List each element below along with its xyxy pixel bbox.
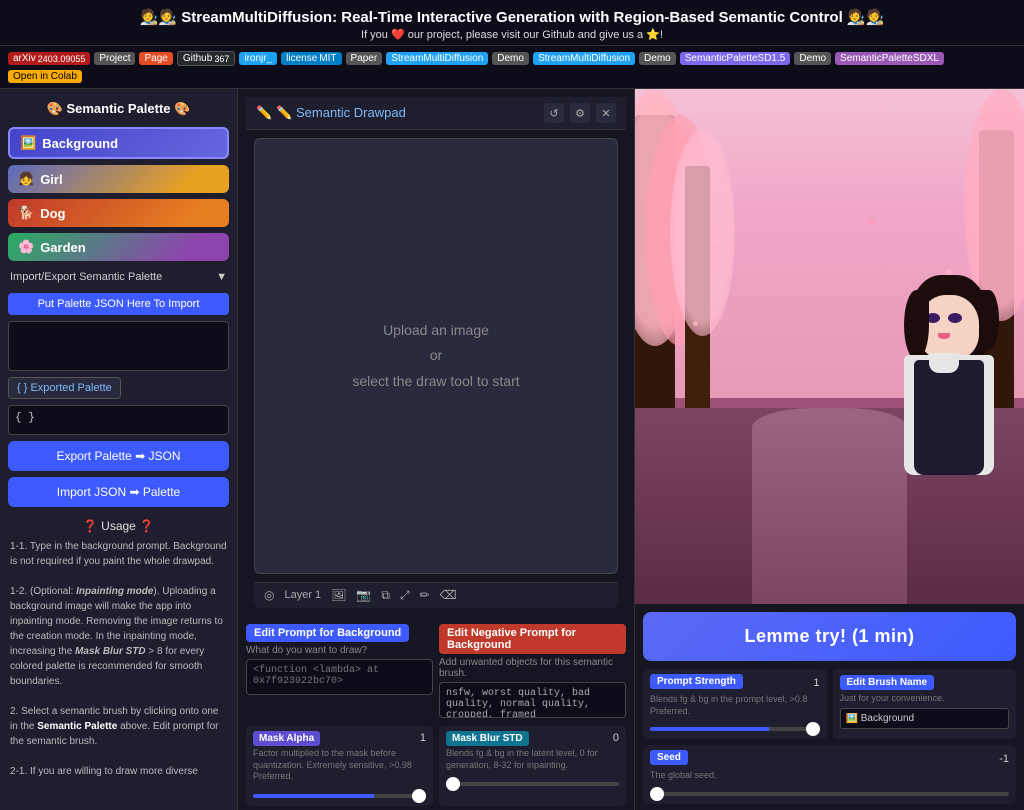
import-palette-button[interactable]: Put Palette JSON Here To Import <box>8 293 229 315</box>
prompt-sub: What do you want to draw? <box>246 645 433 656</box>
prompt-strength-slider[interactable] <box>650 727 820 731</box>
mask-alpha-header: Mask Alpha 1 <box>253 731 426 746</box>
prompt-strength-box: Prompt Strength 1 Blends fg & bg in the … <box>643 669 827 739</box>
eraser-icon[interactable]: ⌫ <box>440 588 457 602</box>
neg-prompt-input[interactable]: nsfw, worst quality, bad quality, normal… <box>439 682 626 718</box>
mask-alpha-value: 1 <box>420 732 426 744</box>
import-export-header[interactable]: Import/Export Semantic Palette ▼ <box>8 267 229 287</box>
drawpad-title: ✏️ ✏️ Semantic Drawpad <box>256 105 406 121</box>
sidebar: 🎨 Semantic Palette 🎨 🖼️ Background 👧 Gir… <box>0 89 238 810</box>
prompt-strength-header: Prompt Strength 1 <box>650 674 820 692</box>
arxiv-badge[interactable]: arXiv 2403.09055 <box>8 52 90 65</box>
prompt-input[interactable] <box>246 659 433 695</box>
seed-box: Seed -1 The global seed. <box>643 745 1016 804</box>
navbar: arXiv 2403.09055 Project Page Github 367… <box>0 46 1024 89</box>
canvas-footer: ◎ Layer 1 🖼 📷 ⧉ ⤢ ✏ ⌫ <box>254 582 618 608</box>
usage-section: ❓ Usage ❓ 1-1. Type in the background pr… <box>8 513 229 785</box>
brush-name-desc: Just for your convenience. <box>840 693 1010 705</box>
drawpad-header: ✏️ ✏️ Semantic Drawpad ↺ ⚙ ✕ <box>246 97 626 130</box>
mask-alpha-section: Mask Alpha 1 Factor multiplied to the ma… <box>246 726 433 806</box>
demo-label: Demo <box>492 52 529 65</box>
camera-icon[interactable]: 📷 <box>356 588 371 602</box>
right-prompt-row-2: Seed -1 The global seed. <box>643 745 1016 804</box>
header-subtitle: If you ❤️ our project, please visit our … <box>4 28 1020 41</box>
usage-text-3: 2. Select a semantic brush by clicking o… <box>10 704 227 749</box>
settings-icon[interactable]: ⚙ <box>570 103 590 123</box>
page-title: 🧑‍🎨🧑‍🎨 StreamMultiDiffusion: Real-Time I… <box>4 8 1020 26</box>
mask-alpha-slider[interactable] <box>253 794 426 798</box>
palette-item-girl[interactable]: 👧 Girl <box>8 165 229 193</box>
seed-value: -1 <box>999 753 1009 765</box>
paper-badge[interactable]: Paper <box>346 52 383 65</box>
palette-title: 🎨 Semantic Palette 🎨 <box>8 97 229 121</box>
main-layout: 🎨 Semantic Palette 🎨 🖼️ Background 👧 Gir… <box>0 89 1024 810</box>
mask-blur-label[interactable]: Mask Blur STD <box>446 731 529 746</box>
mask-alpha-label[interactable]: Mask Alpha <box>253 731 320 746</box>
transform-icon[interactable]: ⤢ <box>400 588 410 603</box>
try-button[interactable]: Lemme try! (1 min) <box>643 612 1016 661</box>
generated-image <box>635 89 1024 604</box>
seed-slider[interactable] <box>650 792 1009 796</box>
mask-blur-desc: Blends fg & bg in the latent level, 0 fo… <box>446 748 619 771</box>
center-panel: ✏️ ✏️ Semantic Drawpad ↺ ⚙ ✕ Upload an i… <box>238 89 634 810</box>
json-import-textarea[interactable] <box>8 321 229 371</box>
brush-name-box: Edit Brush Name Just for your convenienc… <box>833 669 1017 739</box>
palette-item-garden[interactable]: 🌸 Garden <box>8 233 229 261</box>
canvas-area[interactable]: Upload an image or select the draw tool … <box>254 138 618 574</box>
right-panel: Lemme try! (1 min) Prompt Strength 1 Ble… <box>634 89 1024 810</box>
seed-desc: The global seed. <box>650 770 1009 782</box>
mask-blur-value: 0 <box>613 732 619 744</box>
license-badge[interactable]: license MIT <box>281 52 341 65</box>
json-display: { } <box>8 405 229 435</box>
exported-palette-section: { } Exported Palette <box>8 377 229 399</box>
seed-label[interactable]: Seed <box>650 750 688 765</box>
import-json-button[interactable]: Import JSON ➡ Palette <box>8 477 229 507</box>
neg-prompt-section: Edit Negative Prompt for Background Add … <box>439 624 626 721</box>
demo3-badge[interactable]: SemanticPaletteSD1.5 <box>680 52 791 65</box>
palette-item-background[interactable]: 🖼️ Background <box>8 127 229 159</box>
github-badge[interactable]: Github 367 <box>177 51 236 66</box>
usage-text: 1-1. Type in the background prompt. Back… <box>10 539 227 779</box>
demo1-badge[interactable]: StreamMultiDiffusion <box>386 52 488 65</box>
drawpad-controls: ↺ ⚙ ✕ <box>544 103 616 123</box>
pen-icon[interactable]: ✏ <box>420 588 430 602</box>
canvas-placeholder: Upload an image or select the draw tool … <box>352 318 519 394</box>
seed-header: Seed -1 <box>650 750 1009 768</box>
usage-title: ❓ Usage ❓ <box>10 519 227 533</box>
prompt-strength-label[interactable]: Prompt Strength <box>650 674 743 689</box>
page-badge[interactable]: Page <box>139 52 172 65</box>
right-prompts: Prompt Strength 1 Blends fg & bg in the … <box>635 669 1024 810</box>
project-badge[interactable]: Project <box>94 52 135 65</box>
usage-text-2: 1-2. (Optional: Inpainting mode). Upload… <box>10 584 227 689</box>
neg-prompt-sub: Add unwanted objects for this semantic b… <box>439 657 626 679</box>
demo-label3: Demo <box>794 52 831 65</box>
palette-item-dog[interactable]: 🐕 Dog <box>8 199 229 227</box>
copy-icon[interactable]: ⧉ <box>381 588 390 603</box>
exported-palette-button[interactable]: { } Exported Palette <box>8 377 121 399</box>
layer-icon: ◎ <box>264 588 274 602</box>
demo-label2: Demo <box>639 52 676 65</box>
image-icon[interactable]: 🖼 <box>331 588 346 602</box>
brush-name-input[interactable] <box>840 708 1010 729</box>
neg-prompt-label[interactable]: Edit Negative Prompt for Background <box>439 624 626 654</box>
mask-alpha-desc: Factor multiplied to the mask before qua… <box>253 748 426 783</box>
header: 🧑‍🎨🧑‍🎨 StreamMultiDiffusion: Real-Time I… <box>0 0 1024 46</box>
close-icon[interactable]: ✕ <box>596 103 616 123</box>
edit-prompt-label[interactable]: Edit Prompt for Background <box>246 624 409 642</box>
demo2-badge[interactable]: StreamMultiDiffusion <box>533 52 635 65</box>
brush-name-label[interactable]: Edit Brush Name <box>840 675 935 690</box>
prompt-strength-value: 1 <box>813 677 819 689</box>
refresh-icon[interactable]: ↺ <box>544 103 564 123</box>
mask-blur-slider[interactable] <box>446 782 619 786</box>
edit-prompt-section: Edit Prompt for Background What do you w… <box>246 624 433 721</box>
mask-blur-section: Mask Blur STD 0 Blends fg & bg in the la… <box>439 726 626 806</box>
demo4-badge[interactable]: SemanticPaletteSDXL <box>835 52 944 65</box>
mask-blur-header: Mask Blur STD 0 <box>446 731 619 746</box>
colab-badge[interactable]: Open in Colab <box>8 70 82 83</box>
prompt-strength-desc: Blends fg & bg in the prompt level, >0.8… <box>650 694 820 717</box>
twitter-badge[interactable]: ironjr_ <box>239 52 277 65</box>
right-prompt-row-1: Prompt Strength 1 Blends fg & bg in the … <box>643 669 1016 739</box>
export-json-button[interactable]: Export Palette ➡ JSON <box>8 441 229 471</box>
